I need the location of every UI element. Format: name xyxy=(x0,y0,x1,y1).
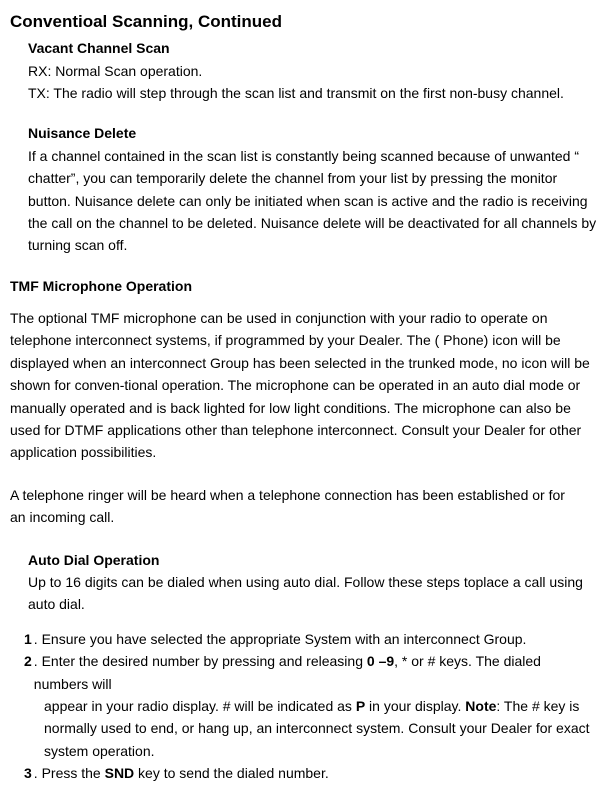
tmf-p2b: an incoming call. xyxy=(10,506,598,528)
vacant-rx: RX: Normal Scan operation. xyxy=(28,60,598,82)
step-3-num: 3 xyxy=(24,762,32,784)
autodial-heading: Auto Dial Operation xyxy=(28,549,598,571)
step-2: 2. Enter the desired number by pressing … xyxy=(24,650,598,762)
step-1-num: 1 xyxy=(24,628,32,650)
step-3-text: . Press the SND key to send the dialed n… xyxy=(32,762,329,784)
vacant-heading: Vacant Channel Scan xyxy=(28,37,598,59)
page-title: Conventioal Scanning, Continued xyxy=(10,8,598,35)
autodial-intro: Up to 16 digits can be dialed when using… xyxy=(28,571,598,616)
step-2-line1: . Enter the desired number by pressing a… xyxy=(32,650,598,695)
tmf-heading: TMF Microphone Operation xyxy=(10,275,598,297)
tmf-p2a: A telephone ringer will be heard when a … xyxy=(10,484,598,506)
step-2-line3: normally used to end, or hang up, an int… xyxy=(24,717,598,739)
step-2-num: 2 xyxy=(24,650,32,695)
step-2-line2: appear in your radio display. # will be … xyxy=(24,695,598,717)
step-2-line4: system operation. xyxy=(24,740,598,762)
nuisance-heading: Nuisance Delete xyxy=(28,122,598,144)
step-3: 3. Press the SND key to send the dialed … xyxy=(24,762,598,784)
tmf-p1: The optional TMF microphone can be used … xyxy=(10,307,598,464)
vacant-tx: TX: The radio will step through the scan… xyxy=(28,82,598,104)
nuisance-body: If a channel contained in the scan list … xyxy=(28,145,598,257)
step-1: 1. Ensure you have selected the appropri… xyxy=(24,628,598,650)
step-1-text: . Ensure you have selected the appropria… xyxy=(32,628,527,650)
